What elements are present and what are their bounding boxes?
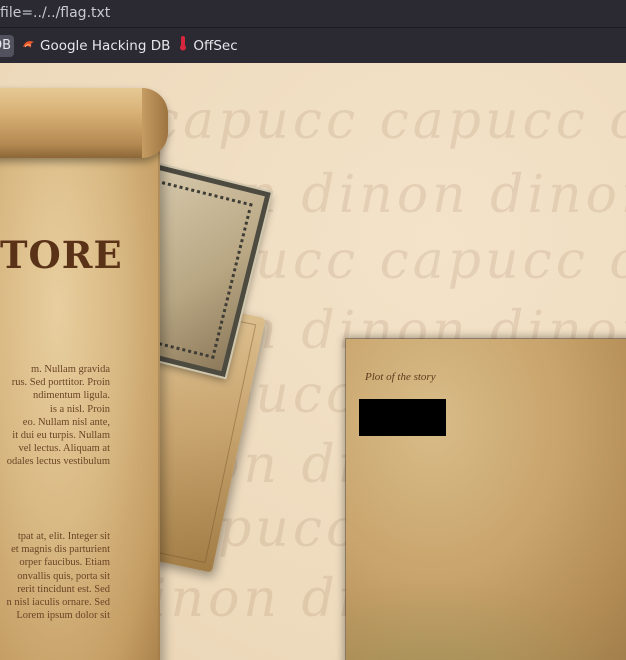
text-line: ndimentum ligula. — [33, 390, 110, 402]
text-line: eo. Nullam nisl ante, — [22, 416, 110, 428]
text-line: n nisl iaculis ornare. Sed — [6, 597, 110, 609]
text-line: orper faucibus. Etiam — [19, 557, 110, 569]
scroll-paragraph-1: m. Nullam gravida rus. Sed porttitor. Pr… — [0, 363, 110, 469]
scroll-paragraph-2: tpat at, elit. Integer sit et magnis dis… — [0, 530, 110, 622]
bookmark-partial[interactable]: DB — [0, 34, 14, 57]
text-line: rus. Sed porttitor. Proin — [11, 377, 110, 389]
offsec-icon — [178, 36, 188, 55]
scroll-roll — [0, 88, 168, 158]
background-script: inon di — [150, 569, 360, 629]
text-line: m. Nullam gravida — [30, 364, 110, 375]
redacted-block — [359, 399, 446, 436]
plot-title: Plot of the story — [365, 371, 436, 383]
background-script: capucc capucc capu — [150, 91, 626, 151]
text-line: Lorem ipsum dolor sit — [16, 610, 110, 622]
store-title: TORE — [0, 233, 123, 277]
text-line: et magnis dis parturient — [11, 544, 110, 556]
text-line: vel lectus. Aliquam at — [18, 443, 110, 455]
text-line: onvallis quis, porta sit — [17, 570, 110, 582]
bookmark-offsec-label: OffSec — [193, 37, 238, 54]
text-line: is a nisl. Proin — [49, 403, 110, 415]
bookmark-offsec[interactable]: OffSec — [178, 28, 238, 63]
ghdb-flame-icon — [22, 38, 35, 54]
text-line: odales lectus vestibulum — [6, 456, 110, 468]
page-content: capucc capucc capu inon dinon dinon capu… — [0, 63, 626, 660]
text-line: it dui eu turpis. Nullam — [12, 430, 110, 442]
url-text[interactable]: file=../../flag.txt — [0, 5, 110, 21]
text-line: rerit tincidunt est. Sed — [17, 583, 110, 595]
bookmarks-toolbar: DB Google Hacking DB OffSec — [0, 27, 626, 63]
bookmark-partial-label: DB — [0, 38, 11, 53]
text-line: tpat at, elit. Integer sit — [17, 531, 110, 542]
bookmark-ghdb-label: Google Hacking DB — [40, 37, 171, 54]
bookmark-google-hacking-db[interactable]: Google Hacking DB — [22, 28, 170, 63]
plot-panel: Plot of the story — [346, 339, 626, 660]
url-bar[interactable]: file=../../flag.txt — [0, 0, 626, 27]
